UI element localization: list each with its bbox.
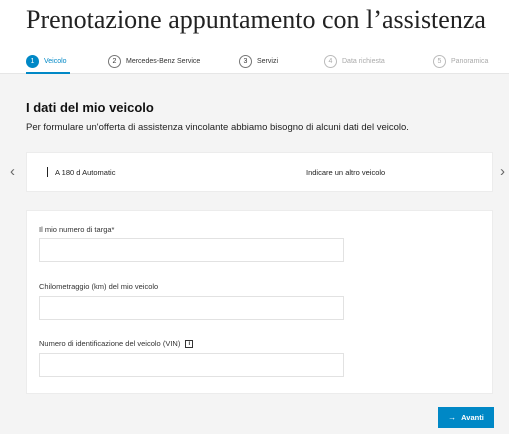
- section-heading: I dati del mio veicolo: [26, 100, 154, 115]
- vin-input[interactable]: [39, 353, 344, 377]
- step-services[interactable]: 3 Servizi: [239, 55, 278, 68]
- step-label: Panoramica: [451, 58, 489, 65]
- next-button[interactable]: → Avanti: [438, 407, 494, 428]
- other-vehicle-link[interactable]: Indicare un altro veicolo: [306, 168, 385, 177]
- vehicle-data-form: Il mio numero di targa* Chilometraggio (…: [26, 210, 493, 394]
- step-number: 5: [433, 55, 446, 68]
- plate-number-input[interactable]: [39, 238, 344, 262]
- plate-field-label: Il mio numero di targa*: [39, 225, 115, 234]
- mileage-input[interactable]: [39, 296, 344, 320]
- arrow-right-icon: →: [448, 413, 457, 422]
- step-number: 2: [108, 55, 121, 68]
- info-icon[interactable]: i: [185, 339, 194, 348]
- step-mercedes-benz-service[interactable]: 2 Mercedes-Benz Service: [108, 55, 200, 68]
- progress-stepper: 1 Veicolo 2 Mercedes-Benz Service 3 Serv…: [0, 52, 509, 74]
- step-label: Servizi: [257, 58, 279, 65]
- selected-vehicle-label: A 180 d Automatic: [55, 167, 116, 177]
- chevron-right-icon[interactable]: ›: [500, 164, 505, 179]
- vin-field-label: Numero di identificazione del veicolo (V…: [39, 339, 181, 348]
- step-requested-date: 4 Data richiesta: [324, 55, 385, 68]
- step-number: 4: [324, 55, 337, 68]
- step-vehicle[interactable]: 1 Veicolo: [26, 55, 67, 68]
- step-number: 3: [239, 55, 252, 68]
- chevron-left-icon[interactable]: ‹: [10, 164, 15, 179]
- step-label: Mercedes-Benz Service: [126, 58, 201, 65]
- page-title: Prenotazione appuntamento con l’assisten…: [26, 5, 486, 34]
- next-button-label: Avanti: [461, 413, 484, 422]
- mileage-field-label: Chilometraggio (km) del mio veicolo: [39, 282, 159, 291]
- section-description: Per formulare un'offerta di assistenza v…: [26, 122, 409, 133]
- vehicle-selector-card: A 180 d Automatic Indicare un altro veic…: [26, 152, 493, 192]
- step-label: Veicolo: [44, 58, 67, 65]
- step-number: 1: [26, 55, 39, 68]
- vin-field-label-row: Numero di identificazione del veicolo (V…: [39, 339, 194, 348]
- step-overview: 5 Panoramica: [433, 55, 488, 68]
- selection-indicator: [47, 167, 48, 177]
- step-label: Data richiesta: [342, 58, 385, 65]
- selected-vehicle-option[interactable]: A 180 d Automatic: [47, 167, 115, 177]
